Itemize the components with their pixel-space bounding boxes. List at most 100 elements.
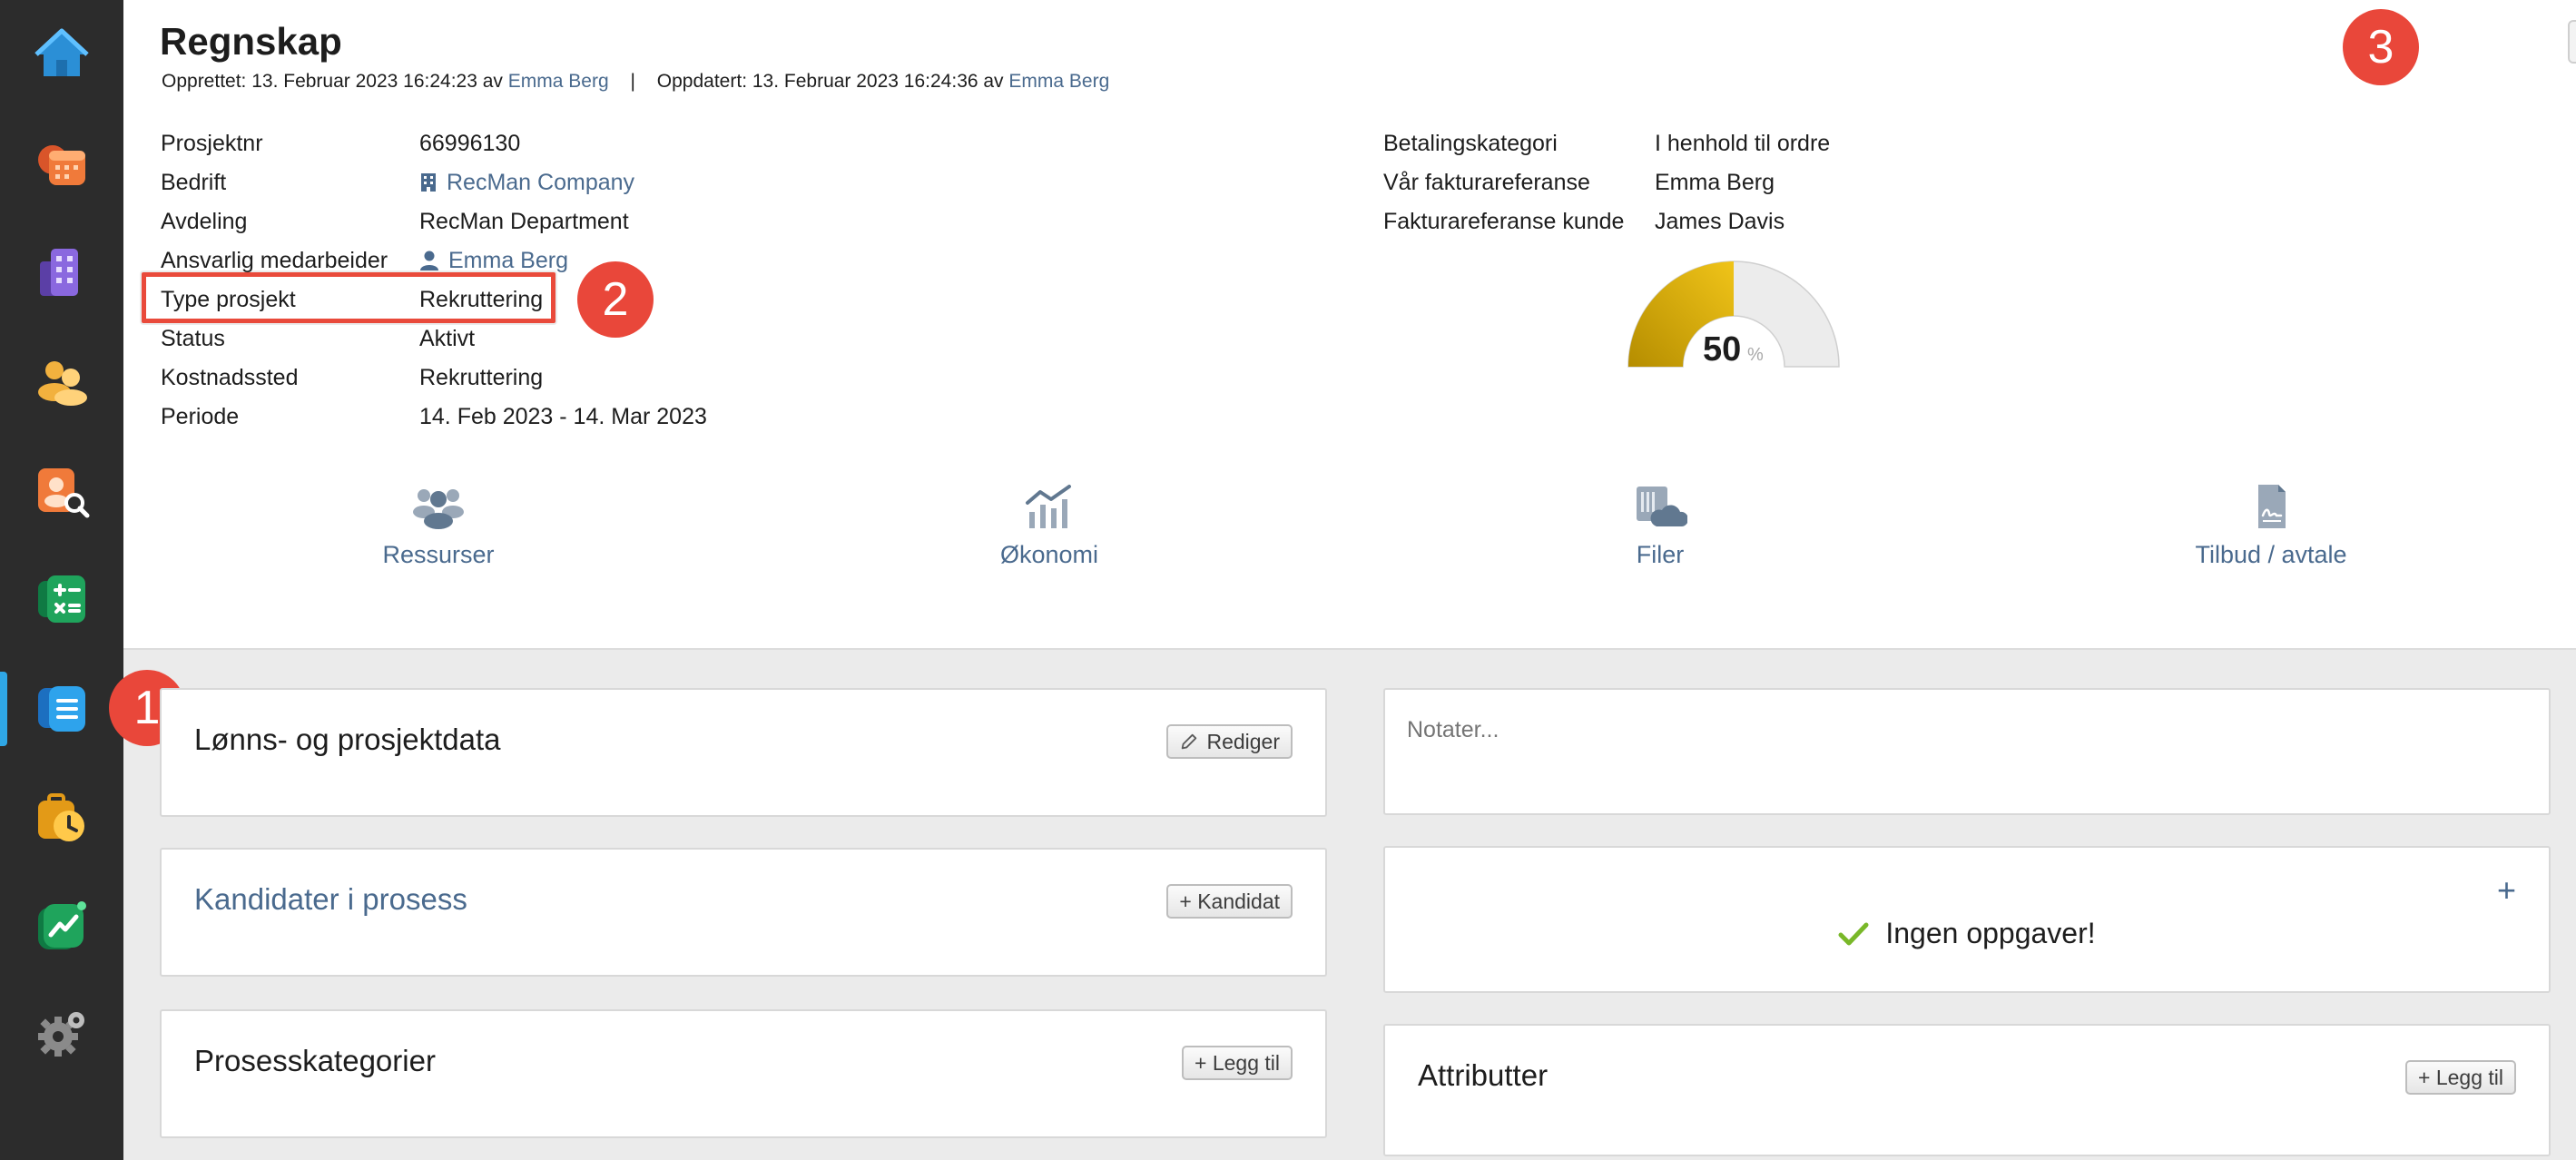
callout-3: 3 <box>2343 9 2419 85</box>
settings-icon <box>38 1012 84 1057</box>
card-tasks: + Ingen oppgaver! <box>1383 846 2551 993</box>
tile-label: Tilbud / avtale <box>2195 541 2347 568</box>
detail-row-status: Status Aktivt <box>161 322 796 355</box>
tasks-empty-state: Ingen oppgaver! <box>1385 917 2549 950</box>
detail-value: Rekruttering <box>419 364 544 390</box>
gauge-unit: % <box>1747 345 1764 365</box>
detail-row-department: Avdeling RecMan Department <box>161 205 796 238</box>
page-title: Regnskap <box>160 20 342 63</box>
tile-label: Filer <box>1636 541 1685 568</box>
sidebar-item-companies[interactable] <box>0 222 123 322</box>
card-title: Prosesskategorier <box>194 1044 436 1077</box>
notes-input[interactable] <box>1407 717 2224 743</box>
created-by-link[interactable]: Emma Berg <box>508 71 609 92</box>
tile-label: Ressurser <box>382 541 495 568</box>
tile-offer-agreement[interactable]: Tilbud / avtale <box>2135 483 2407 569</box>
detail-label: Prosjektnr <box>161 130 263 156</box>
detail-row-cost-center: Kostnadssted Rekruttering <box>161 361 796 394</box>
responsible-link[interactable]: Emma Berg <box>419 248 568 274</box>
detail-value: I henhold til ordre <box>1655 130 1831 156</box>
project-header: Regnskap Opprettet: 13. Februar 2023 16:… <box>123 0 2576 650</box>
meta-separator: | <box>630 71 635 92</box>
highlight-project-type <box>142 272 556 323</box>
card-candidates-in-process: Kandidater i prosess + Kandidat <box>160 848 1327 977</box>
detail-label: Betalingskategori <box>1383 130 1558 156</box>
detail-label: Vår fakturareferanse <box>1383 169 1590 195</box>
detail-value: 66996130 <box>419 130 521 156</box>
empty-text: Ingen oppgaver! <box>1885 917 2096 949</box>
sidebar-item-home[interactable] <box>0 5 123 104</box>
sidebar-item-contacts[interactable] <box>0 331 123 431</box>
sidebar-item-economy[interactable] <box>0 549 123 649</box>
chart-icon <box>1026 485 1071 528</box>
updated-label: Oppdatert: 13. Februar 2023 16:24:36 av <box>656 71 1004 92</box>
detail-value: Aktivt <box>419 325 476 351</box>
analytics-icon <box>38 901 86 949</box>
tile-files[interactable]: Filer <box>1524 483 1796 569</box>
tile-label: Økonomi <box>999 541 1099 568</box>
card-title-link[interactable]: Kandidater i prosess <box>194 882 467 917</box>
card-notes <box>1383 688 2551 815</box>
add-category-button[interactable]: + Legg til <box>1182 1046 1293 1080</box>
detail-label: Ansvarlig medarbeider <box>161 247 388 273</box>
checkmark-icon <box>1838 922 1869 945</box>
meta-line: Opprettet: 13. Februar 2023 16:24:23 av … <box>162 71 1109 93</box>
add-candidate-button[interactable]: + Kandidat <box>1166 884 1293 919</box>
card-salary-project-data: Lønns- og prosjektdata Rediger <box>160 688 1327 817</box>
detail-row-payment-category: Betalingskategori I henhold til ordre <box>1383 127 2019 160</box>
header-actions <box>2568 20 2576 64</box>
detail-label: Periode <box>161 403 240 429</box>
candidate-search-icon <box>38 468 90 518</box>
tile-economy[interactable]: Økonomi <box>913 483 1185 569</box>
detail-row-customer-reference: Fakturareferanse kunde James Davis <box>1383 205 2019 238</box>
button-label: Rediger <box>1206 729 1280 753</box>
detail-label: Kostnadssted <box>161 364 299 390</box>
building-small-icon <box>421 173 436 192</box>
detail-row-company: Bedrift RecMan Company <box>161 166 796 199</box>
detail-value: RecMan Department <box>419 208 629 234</box>
detail-value: James Davis <box>1655 208 1785 234</box>
tile-resources[interactable]: Ressurser <box>302 483 575 569</box>
sidebar-item-settings[interactable] <box>0 985 123 1085</box>
projects-list-icon <box>38 686 85 732</box>
detail-label: Status <box>161 325 225 351</box>
callout-2: 2 <box>577 261 654 338</box>
sidebar-item-candidates[interactable] <box>0 440 123 540</box>
person-icon <box>420 251 438 270</box>
detail-label: Avdeling <box>161 208 248 234</box>
edit-salary-button[interactable]: Rediger <box>1166 724 1293 759</box>
card-process-categories: Prosesskategorier + Legg til <box>160 1009 1327 1138</box>
sidebar-item-calendar[interactable] <box>0 113 123 213</box>
detail-value: Emma Berg <box>1655 169 1775 195</box>
people-icon <box>413 489 464 529</box>
home-icon <box>34 28 89 76</box>
responsible-name: Emma Berg <box>448 247 568 273</box>
created-label: Opprettet: 13. Februar 2023 16:24:23 av <box>162 71 503 92</box>
updated-by-link[interactable]: Emma Berg <box>1008 71 1109 92</box>
calculator-icon <box>38 575 85 623</box>
company-name: RecMan Company <box>447 169 635 195</box>
detail-row-project-number: Prosjektnr 66996130 <box>161 127 796 160</box>
detail-value: 14. Feb 2023 - 14. Mar 2023 <box>419 403 707 429</box>
card-attributes: Attributter + Legg til <box>1383 1024 2551 1156</box>
gauge-value: 50 <box>1703 330 1742 369</box>
company-link[interactable]: RecMan Company <box>419 170 634 196</box>
sidebar-item-projects[interactable] <box>0 658 123 758</box>
sidebar-item-timesheet[interactable] <box>0 767 123 867</box>
add-attribute-button[interactable]: + Legg til <box>2405 1060 2516 1095</box>
detail-row-period: Periode 14. Feb 2023 - 14. Mar 2023 <box>161 400 796 433</box>
files-cloud-icon <box>1637 487 1687 526</box>
add-task-button[interactable]: + <box>2497 871 2516 909</box>
detail-label: Bedrift <box>161 169 227 195</box>
document-signature-icon <box>2258 485 2286 528</box>
detail-label: Fakturareferanse kunde <box>1383 208 1625 234</box>
timesheet-icon <box>38 793 84 841</box>
calendar-icon <box>38 145 85 185</box>
sidebar <box>0 0 123 1160</box>
detail-row-our-reference: Vår fakturareferanse Emma Berg <box>1383 166 2019 199</box>
edit-button[interactable] <box>2570 22 2576 62</box>
contacts-icon <box>38 361 87 406</box>
card-title: Attributter <box>1418 1058 1549 1092</box>
sidebar-item-analytics[interactable] <box>0 876 123 976</box>
building-icon <box>40 249 78 296</box>
